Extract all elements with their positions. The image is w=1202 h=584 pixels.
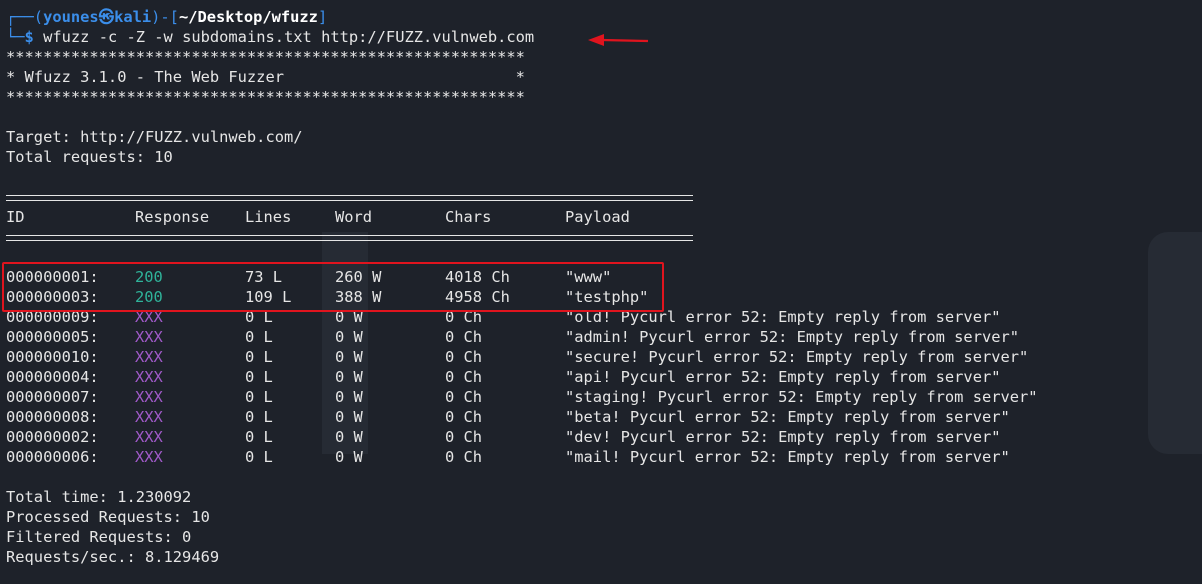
table-separator bbox=[6, 187, 1202, 207]
prompt-line-1: ┌──(younes㉿kali)-[~/Desktop/wfuzz] bbox=[6, 7, 1202, 27]
row-word: 0 W bbox=[335, 388, 363, 406]
row-lines: 0 L bbox=[245, 368, 273, 386]
row-chars: 0 Ch bbox=[445, 428, 483, 446]
banner-border: ****************************************… bbox=[6, 48, 525, 66]
table-row: 000000007: XXX 0 L 0 W 0 Ch "staging! Pycurl … bbox=[6, 387, 1202, 407]
row-word: 0 W bbox=[335, 328, 363, 346]
total-requests-line: Total requests: 10 bbox=[6, 148, 173, 166]
row-id: 000000010: bbox=[6, 348, 99, 366]
prompt-decoration: )-[ bbox=[151, 8, 179, 26]
row-payload: "admin! Pycurl error 52: Empty reply fro… bbox=[565, 328, 1020, 346]
row-word: 0 W bbox=[335, 348, 363, 366]
row-lines: 0 L bbox=[245, 348, 273, 366]
prompt-decoration: └─ bbox=[6, 28, 25, 46]
header-lines: Lines bbox=[245, 208, 292, 226]
header-payload: Payload bbox=[565, 208, 630, 226]
row-chars: 0 Ch bbox=[445, 348, 483, 366]
row-word: 0 W bbox=[335, 428, 363, 446]
row-id: 000000008: bbox=[6, 408, 99, 426]
table-row: 000000005: XXX 0 L 0 W 0 Ch "admin! Pycurl er… bbox=[6, 327, 1202, 347]
row-id: 000000002: bbox=[6, 428, 99, 446]
annotation-arrow-icon bbox=[588, 34, 649, 46]
row-word: 0 W bbox=[335, 368, 363, 386]
prompt-path: ~/Desktop/wfuzz bbox=[178, 8, 318, 26]
header-response: Response bbox=[135, 208, 210, 226]
header-id: ID bbox=[6, 208, 25, 226]
row-response: XXX bbox=[135, 328, 163, 346]
table-row: 000000006: XXX 0 L 0 W 0 Ch "mail! Pycurl err… bbox=[6, 447, 1202, 467]
target-line: Target: http://FUZZ.vulnweb.com/ bbox=[6, 128, 303, 146]
row-lines: 0 L bbox=[245, 448, 273, 466]
row-response: XXX bbox=[135, 368, 163, 386]
table-separator bbox=[6, 227, 1202, 247]
row-payload: "beta! Pycurl error 52: Empty reply from… bbox=[565, 408, 1010, 426]
row-payload: "api! Pycurl error 52: Empty reply from … bbox=[565, 368, 1001, 386]
row-lines: 0 L bbox=[245, 428, 273, 446]
row-id: 000000006: bbox=[6, 448, 99, 466]
prompt-decoration: ┌──( bbox=[6, 8, 44, 26]
row-lines: 0 L bbox=[245, 408, 273, 426]
row-response: XXX bbox=[135, 428, 163, 446]
table-row: 000000004: XXX 0 L 0 W 0 Ch "api! Pycurl erro… bbox=[6, 367, 1202, 387]
row-id: 000000005: bbox=[6, 328, 99, 346]
row-chars: 0 Ch bbox=[445, 368, 483, 386]
row-payload: "mail! Pycurl error 52: Empty reply from… bbox=[565, 448, 1010, 466]
summary-processed: Processed Requests: 10 bbox=[6, 508, 210, 526]
row-payload: "secure! Pycurl error 52: Empty reply fr… bbox=[565, 348, 1029, 366]
summary-filtered: Filtered Requests: 0 bbox=[6, 528, 192, 546]
command-text[interactable]: wfuzz -c -Z -w subdomains.txt http://FUZ… bbox=[34, 28, 534, 46]
table-row: 000000008: XXX 0 L 0 W 0 Ch "beta! Pycurl err… bbox=[6, 407, 1202, 427]
row-lines: 0 L bbox=[245, 328, 273, 346]
summary-total-time: Total time: 1.230092 bbox=[6, 488, 192, 506]
row-payload: "dev! Pycurl error 52: Empty reply from … bbox=[565, 428, 1001, 446]
row-response: XXX bbox=[135, 448, 163, 466]
row-id: 000000007: bbox=[6, 388, 99, 406]
prompt-user: younes㉿kali bbox=[43, 8, 152, 26]
prompt-decoration: ] bbox=[317, 8, 328, 26]
header-word: Word bbox=[335, 208, 373, 226]
row-response: XXX bbox=[135, 408, 163, 426]
header-chars: Chars bbox=[445, 208, 492, 226]
prompt-symbol: $ bbox=[24, 28, 34, 46]
row-lines: 0 L bbox=[245, 388, 273, 406]
banner-title: * Wfuzz 3.1.0 - The Web Fuzzer * bbox=[6, 68, 525, 86]
row-response: XXX bbox=[135, 388, 163, 406]
row-word: 0 W bbox=[335, 448, 363, 466]
row-payload: "staging! Pycurl error 52: Empty reply f… bbox=[565, 388, 1038, 406]
row-response: XXX bbox=[135, 348, 163, 366]
summary-rate: Requests/sec.: 8.129469 bbox=[6, 548, 220, 566]
row-id: 000000004: bbox=[6, 368, 99, 386]
row-chars: 0 Ch bbox=[445, 328, 483, 346]
banner-border: ****************************************… bbox=[6, 88, 525, 106]
table-row: 000000010: XXX 0 L 0 W 0 Ch "secure! Pycurl e… bbox=[6, 347, 1202, 367]
table-row: 000000002: XXX 0 L 0 W 0 Ch "dev! Pycurl erro… bbox=[6, 427, 1202, 447]
row-chars: 0 Ch bbox=[445, 408, 483, 426]
row-chars: 0 Ch bbox=[445, 388, 483, 406]
table-header: ID Response Lines Word Chars Payload bbox=[6, 207, 1202, 227]
row-chars: 0 Ch bbox=[445, 448, 483, 466]
annotation-highlight-box bbox=[2, 262, 664, 312]
row-word: 0 W bbox=[335, 408, 363, 426]
